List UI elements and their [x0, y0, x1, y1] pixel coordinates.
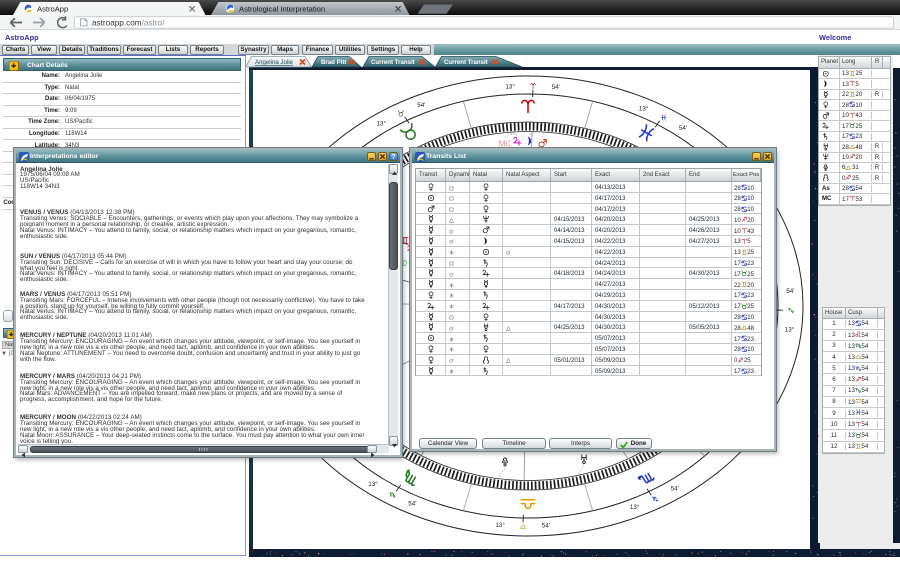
svg-text:13°: 13°: [368, 480, 378, 488]
svg-text:Current Transit: Current Transit: [444, 59, 488, 66]
svg-text:54': 54': [671, 486, 679, 493]
svg-text:Current Transit: Current Transit: [371, 59, 415, 66]
svg-text:Brad Pitt: Brad Pitt: [321, 59, 346, 66]
svg-text:54': 54': [417, 102, 425, 109]
svg-text:13°: 13°: [377, 119, 387, 127]
svg-text:13°: 13°: [785, 325, 795, 333]
svg-text:54': 54': [542, 523, 550, 530]
svg-text:54': 54': [786, 288, 794, 295]
svg-text:54': 54': [679, 125, 687, 132]
svg-text:54': 54': [408, 501, 416, 508]
svg-text:13°: 13°: [495, 521, 505, 529]
svg-text:?: ?: [391, 154, 395, 161]
svg-text:13°: 13°: [505, 83, 515, 91]
svg-text:Angelina Jolie: Angelina Jolie: [255, 59, 294, 66]
svg-text:13°: 13°: [630, 503, 640, 511]
svg-text:13°: 13°: [639, 104, 649, 112]
svg-text:54': 54': [552, 84, 560, 91]
